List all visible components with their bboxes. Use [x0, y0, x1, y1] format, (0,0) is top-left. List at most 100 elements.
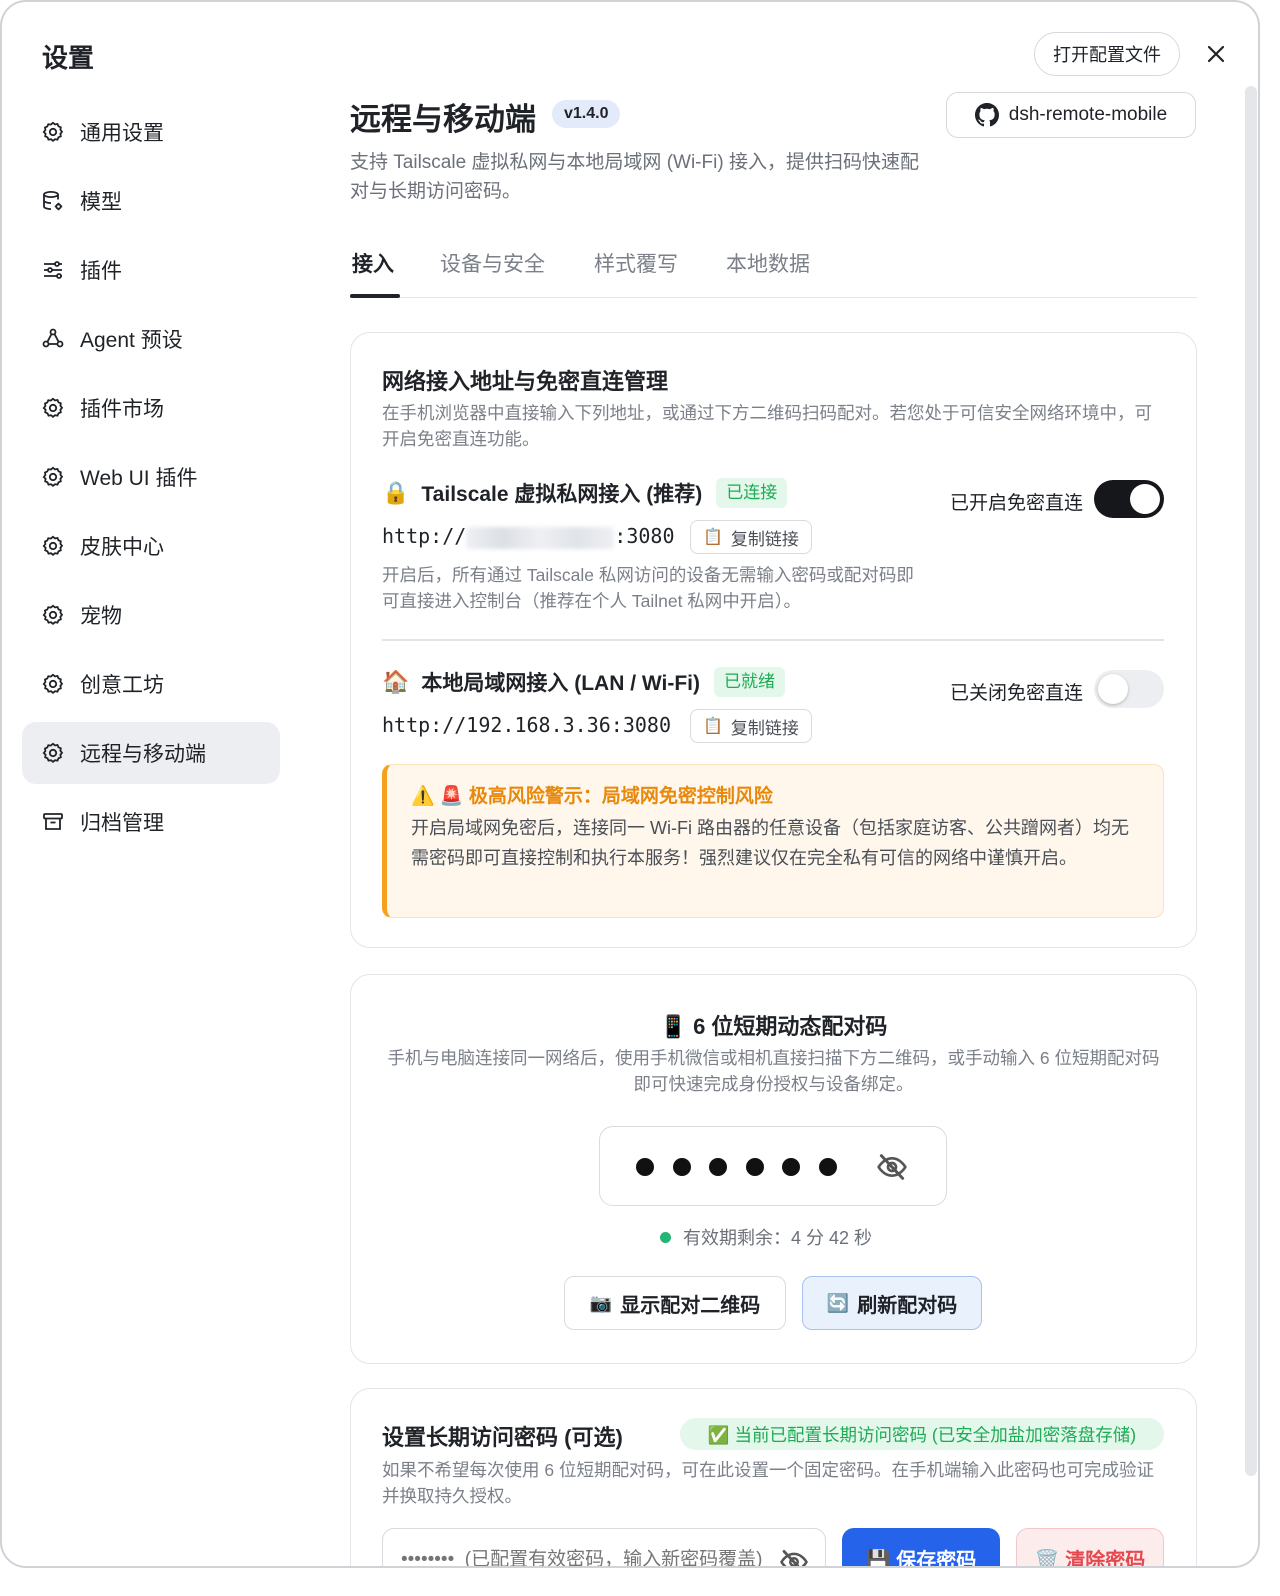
tailscale-toggle-label: 已开启免密直连 — [950, 493, 1084, 514]
save-password-button[interactable]: 💾 保存密码 — [842, 1528, 1000, 1566]
clear-password-button[interactable]: 🗑️ 清除密码 — [1016, 1528, 1164, 1566]
validity-timer: 有效期剩余：4 分 42 秒 — [660, 1224, 872, 1250]
network-card-desc: 在手机浏览器中直接输入下列地址，或通过下方二维码扫码配对。若您处于可信安全网络环… — [382, 403, 1152, 449]
page-subtitle: 支持 Tailscale 虚拟私网与本地局域网 (Wi-Fi) 接入，提供扫码快… — [350, 152, 919, 202]
sidebar-item-label: Web UI 插件 — [80, 467, 198, 490]
scrollbar[interactable] — [1245, 86, 1257, 1476]
copy-label: 复制链接 — [730, 529, 799, 549]
network-card-title: 网络接入地址与免密直连管理 — [382, 369, 669, 394]
github-button[interactable]: dsh-remote-mobile — [946, 92, 1196, 138]
sidebar-item-label: 模型 — [80, 191, 122, 214]
gear-icon — [40, 119, 66, 145]
code-digit — [636, 1158, 654, 1176]
sidebar-item-agent-presets[interactable]: Agent 预设 — [22, 308, 280, 370]
page-title: 远程与移动端 — [350, 102, 536, 137]
lan-copy-link-button[interactable]: 📋 复制链接 — [690, 709, 812, 743]
active-tab-indicator — [350, 294, 400, 298]
status-dot — [660, 1231, 671, 1243]
refresh-label: 刷新配对码 — [857, 1294, 958, 1317]
toggle-knob — [1098, 674, 1128, 704]
sidebar-item-webui-plugins[interactable]: Web UI 插件 — [22, 446, 280, 508]
code-digit — [782, 1158, 800, 1176]
sidebar-item-label: Agent 预设 — [80, 329, 183, 352]
tab-style-override[interactable]: 样式覆写 — [594, 248, 678, 278]
sidebar-item-label: 宠物 — [80, 605, 122, 628]
tailscale-title: Tailscale 虚拟私网接入 (推荐) — [421, 483, 703, 506]
sidebar-item-plugins[interactable]: 插件 — [22, 239, 280, 301]
pairing-desc: 手机与电脑连接同一网络后，使用手机微信或相机直接扫描下方二维码，或手动输入 6 … — [387, 1048, 1160, 1094]
password-input[interactable] — [401, 1545, 781, 1566]
warning-title: ⚠️ 🚨 极高风险警示：局域网免密控制风险 — [411, 786, 773, 807]
tailscale-note: 开启后，所有通过 Tailscale 私网访问的设备无需输入密码或配对码即可直接… — [382, 565, 914, 611]
sidebar: 设置 通用设置 模型 插件 Agent 预设 插件市场 Web UI 插件 皮肤… — [2, 2, 302, 1566]
sidebar-title: 设置 — [42, 43, 95, 73]
pairing-title: 📱 6 位短期动态配对码 — [659, 1014, 888, 1039]
divider — [382, 639, 1164, 641]
sidebar-item-label: 插件 — [80, 260, 122, 283]
sliders-icon — [40, 257, 66, 283]
sidebar-item-plugin-market[interactable]: 插件市场 — [22, 377, 280, 439]
code-digit — [672, 1158, 691, 1176]
gear-icon — [40, 671, 66, 697]
gear-icon — [40, 740, 66, 766]
pairing-code-display[interactable] — [599, 1126, 947, 1206]
gear-icon — [40, 533, 66, 559]
code-digit — [745, 1158, 764, 1176]
eye-off-icon[interactable] — [779, 1547, 809, 1568]
sidebar-item-workshop[interactable]: 创意工坊 — [22, 653, 280, 715]
sidebar-item-label: 皮肤中心 — [80, 536, 164, 559]
open-config-button[interactable]: 打开配置文件 — [1034, 32, 1180, 76]
sidebar-item-archive[interactable]: 归档管理 — [22, 791, 280, 853]
tab-access[interactable]: 接入 — [352, 248, 394, 278]
sidebar-item-label: 远程与移动端 — [80, 743, 206, 766]
settings-window: 设置 通用设置 模型 插件 Agent 预设 插件市场 Web UI 插件 皮肤… — [0, 0, 1260, 1568]
show-qr-button[interactable]: 📷 显示配对二维码 — [564, 1276, 786, 1330]
sidebar-item-skins[interactable]: 皮肤中心 — [22, 515, 280, 577]
code-digit — [709, 1158, 727, 1176]
lan-row-title: 🏠 本地局域网接入 (LAN / Wi-Fi) 已就绪 — [382, 667, 786, 697]
lan-url: http://192.168.3.36:3080 — [382, 713, 671, 737]
sidebar-item-pets[interactable]: 宠物 — [22, 584, 280, 646]
version-badge: v1.4.0 — [552, 100, 621, 128]
lan-toggle-label: 已关闭免密直连 — [950, 683, 1084, 704]
close-icon[interactable] — [1200, 38, 1232, 70]
clipboard-icon: 📋 — [703, 718, 723, 735]
warning-body: 开启局域网免密后，连接同一 Wi-Fi 路由器的任意设备（包括家庭访客、公共蹭网… — [411, 818, 1129, 868]
password-desc: 如果不希望每次使用 6 位短期配对码，可在此设置一个固定密码。在手机端输入此密码… — [382, 1460, 1154, 1506]
refresh-icon: 🔄 — [826, 1292, 850, 1313]
agent-icon — [40, 326, 66, 352]
toggle-knob — [1130, 484, 1160, 514]
lan-passwordless-toggle[interactable] — [1094, 670, 1164, 708]
sidebar-item-label: 归档管理 — [80, 812, 164, 835]
url-suffix: :3080 — [614, 524, 675, 548]
tab-devices-security[interactable]: 设备与安全 — [440, 248, 545, 278]
validity-text: 有效期剩余：4 分 42 秒 — [683, 1228, 873, 1248]
eye-off-icon[interactable] — [876, 1151, 908, 1183]
sidebar-item-remote-mobile[interactable]: 远程与移动端 — [22, 722, 280, 784]
masked-code — [636, 1149, 855, 1176]
tailscale-copy-link-button[interactable]: 📋 复制链接 — [690, 520, 812, 554]
tailscale-passwordless-toggle[interactable] — [1094, 480, 1164, 518]
sidebar-item-general[interactable]: 通用设置 — [22, 101, 280, 163]
refresh-code-button[interactable]: 🔄 刷新配对码 — [802, 1276, 982, 1330]
camera-icon: 📷 — [589, 1292, 613, 1313]
gear-icon — [40, 464, 66, 490]
tailscale-url: http:// :3080 — [382, 524, 675, 549]
password-card-title: 设置长期访问密码 (可选) — [382, 1425, 623, 1450]
tab-local-data[interactable]: 本地数据 — [726, 248, 810, 278]
database-gear-icon — [40, 188, 66, 214]
sidebar-item-label: 插件市场 — [80, 398, 164, 421]
gear-icon — [40, 395, 66, 421]
status-badge-ready: 已就绪 — [714, 667, 786, 697]
github-icon — [974, 103, 999, 127]
gear-icon — [40, 602, 66, 628]
status-badge-connected: 已连接 — [716, 478, 788, 508]
sidebar-item-label: 通用设置 — [80, 122, 164, 145]
redacted-ip — [466, 526, 615, 549]
url-prefix: http:// — [382, 524, 467, 548]
tab-bar: 接入 设备与安全 样式覆写 本地数据 — [350, 238, 1197, 298]
sidebar-item-models[interactable]: 模型 — [22, 170, 280, 232]
password-status-badge: ✅ 当前已配置长期访问密码 (已安全加盐加密落盘存储) — [680, 1418, 1164, 1450]
github-label: dsh-remote-mobile — [1008, 104, 1168, 125]
code-digit — [818, 1158, 837, 1176]
